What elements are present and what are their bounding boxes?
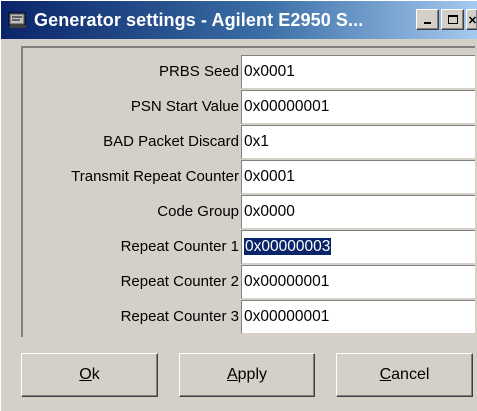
field-label: BAD Packet Discard — [103, 133, 239, 150]
field-label: Repeat Counter 3 — [120, 308, 239, 325]
repeat-counter-3-input[interactable]: 0x00000001 — [241, 300, 475, 334]
transmit-repeat-counter-input[interactable]: 0x0001 — [241, 160, 475, 194]
field-label: Repeat Counter 1 — [120, 238, 239, 255]
field-row-bad-packet: BAD Packet Discard 0x1 — [23, 125, 475, 159]
apply-button[interactable]: Apply — [179, 353, 315, 397]
field-label: PRBS Seed — [158, 63, 239, 80]
minimize-icon — [423, 21, 431, 24]
field-label: Transmit Repeat Counter — [71, 168, 239, 185]
code-group-input[interactable]: 0x0000 — [241, 195, 475, 229]
title-buttons — [414, 9, 477, 30]
field-row-repeat-counter-1: Repeat Counter 1 0x00000003 — [23, 230, 475, 264]
cancel-button[interactable]: Cancel — [336, 353, 473, 397]
field-label: PSN Start Value — [130, 98, 239, 115]
field-row-repeat-counter-3: Repeat Counter 3 0x00000001 — [23, 300, 475, 334]
close-button[interactable] — [466, 9, 477, 30]
ok-mnemonic: O — [79, 366, 92, 383]
close-icon — [468, 15, 477, 24]
repeat-counter-1-input[interactable]: 0x00000003 — [241, 230, 475, 264]
field-row-repeat-counter-2: Repeat Counter 2 0x00000001 — [23, 265, 475, 299]
ok-button[interactable]: Ok — [21, 353, 158, 397]
app-icon[interactable] — [8, 10, 28, 30]
cancel-mnemonic: C — [379, 366, 392, 383]
field-row-code-group: Code Group 0x0000 — [23, 195, 475, 229]
window-title: Generator settings - Agilent E2950 S... — [34, 9, 364, 30]
bad-packet-discard-input[interactable]: 0x1 — [241, 125, 475, 159]
settings-group: PRBS Seed 0x0001 PSN Start Value 0x00000… — [21, 46, 475, 337]
field-label: Code Group — [157, 203, 239, 220]
maximize-icon — [447, 14, 458, 24]
apply-label-rest: pply — [237, 366, 268, 383]
selected-text: 0x00000003 — [244, 238, 332, 255]
minimize-button[interactable] — [416, 9, 439, 30]
field-row-psn-start: PSN Start Value 0x00000001 — [23, 90, 475, 124]
dialog-window: Generator settings - Agilent E2950 S... … — [0, 0, 477, 411]
prbs-seed-input[interactable]: 0x0001 — [241, 55, 475, 89]
apply-mnemonic: A — [226, 366, 238, 383]
ok-label-rest: k — [91, 366, 100, 383]
field-row-prbs-seed: PRBS Seed 0x0001 — [23, 55, 475, 89]
cancel-label-rest: ancel — [391, 366, 430, 383]
repeat-counter-2-input[interactable]: 0x00000001 — [241, 265, 475, 299]
psn-start-value-input[interactable]: 0x00000001 — [241, 90, 475, 124]
field-label: Repeat Counter 2 — [120, 273, 239, 290]
title-bar[interactable]: Generator settings - Agilent E2950 S... — [1, 1, 477, 39]
field-row-transmit-repeat: Transmit Repeat Counter 0x0001 — [23, 160, 475, 194]
maximize-button[interactable] — [441, 9, 464, 30]
